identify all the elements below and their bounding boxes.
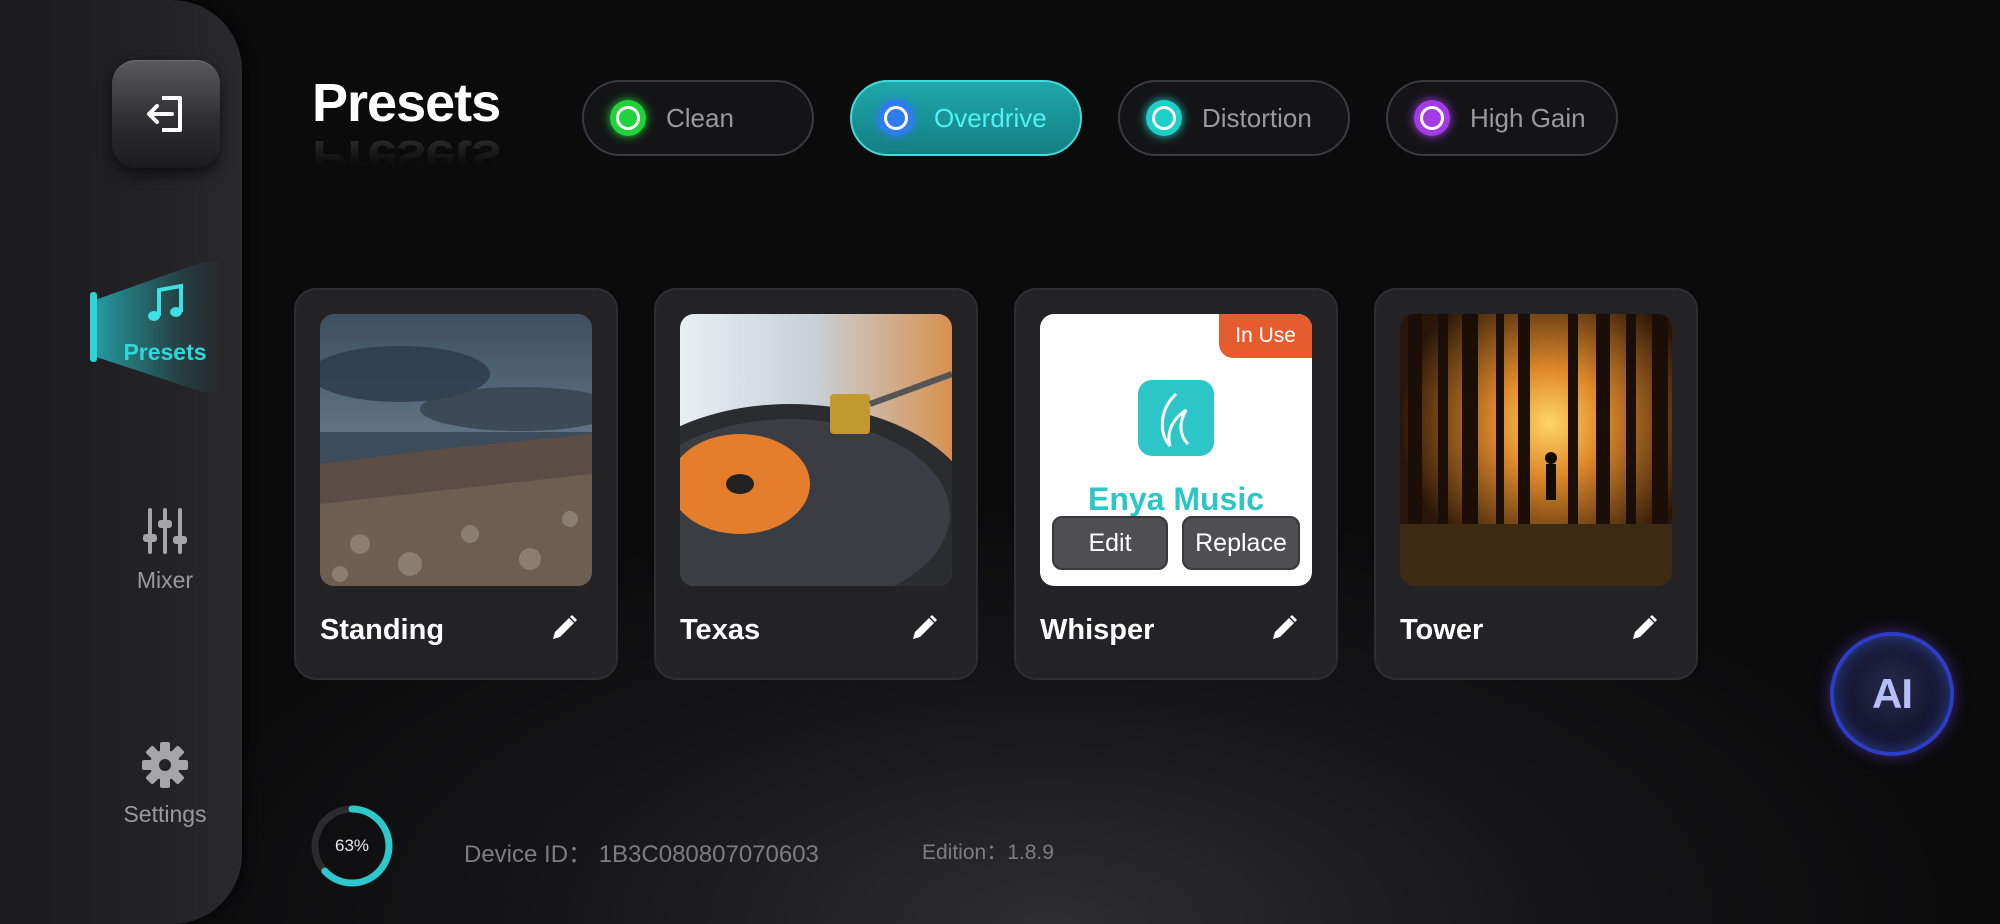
music-note-icon <box>148 283 183 321</box>
tab-label: Distortion <box>1202 102 1312 133</box>
preset-card-tower[interactable]: Tower <box>1374 288 1698 680</box>
sliders-icon <box>143 508 187 554</box>
sidebar-item-label: Mixer <box>136 567 194 593</box>
tab-label: High Gain <box>1470 102 1586 133</box>
sidebar-item-mixer[interactable]: Mixer <box>80 506 250 594</box>
preset-image-seashore <box>320 314 592 586</box>
ai-label: AI <box>1872 670 1913 717</box>
exit-button[interactable] <box>112 60 220 168</box>
preset-name: Whisper <box>1040 614 1155 646</box>
preset-name: Tower <box>1400 614 1484 646</box>
preset-card-texas[interactable]: Texas <box>654 288 978 680</box>
preset-name: Standing <box>320 614 445 646</box>
clean-dot-icon <box>610 100 646 136</box>
preset-list: Standing Texas Enya Music In Use Edit Re… <box>294 288 1698 680</box>
preset-card-whisper[interactable]: Enya Music In Use Edit Replace Whisper <box>1014 288 1338 680</box>
tone-tabs: Clean Overdrive Distortion High Gain <box>582 80 1618 156</box>
edit-button[interactable]: Edit <box>1052 516 1168 570</box>
page-title-reflection: Presets <box>312 129 501 189</box>
tab-label: Overdrive <box>934 102 1047 133</box>
sidebar: Presets Mixer Settings <box>0 0 242 924</box>
page-title: Presets <box>312 73 501 133</box>
device-id: Device ID： 1B3C080807070603 <box>464 841 819 868</box>
preset-name: Texas <box>680 614 761 646</box>
overdrive-dot-icon <box>878 100 914 136</box>
distortion-dot-icon <box>1146 100 1182 136</box>
high-gain-dot-icon <box>1414 100 1450 136</box>
gear-icon <box>142 742 188 788</box>
tab-label: Clean <box>666 102 734 133</box>
tab-clean[interactable]: Clean <box>582 80 814 156</box>
preset-image-turntable <box>680 314 952 586</box>
sidebar-item-label: Presets <box>123 339 207 365</box>
tab-overdrive[interactable]: Overdrive <box>850 80 1082 156</box>
tab-high-gain[interactable]: High Gain <box>1386 80 1618 156</box>
enya-music-logo: Enya Music <box>1088 481 1264 517</box>
progress-label: 63% <box>334 836 370 855</box>
edition-version: Edition：1.8.9 <box>922 841 1054 864</box>
pencil-icon[interactable] <box>548 612 580 644</box>
preset-image-forest <box>1400 314 1672 586</box>
preset-image-enya-logo: Enya Music In Use Edit Replace <box>1040 314 1312 586</box>
preset-card-standing[interactable]: Standing <box>294 288 618 680</box>
sidebar-item-presets[interactable]: Presets <box>80 262 250 392</box>
tab-distortion[interactable]: Distortion <box>1118 80 1350 156</box>
in-use-badge: In Use <box>1219 314 1312 358</box>
sidebar-item-settings[interactable]: Settings <box>80 740 250 828</box>
sidebar-item-label: Settings <box>123 801 207 827</box>
pencil-icon[interactable] <box>1628 612 1660 644</box>
ai-assistant-button[interactable]: AI <box>1834 636 1950 752</box>
pencil-icon[interactable] <box>908 612 940 644</box>
pencil-icon[interactable] <box>1268 612 1300 644</box>
exit-icon <box>147 96 182 132</box>
replace-button[interactable]: Replace <box>1182 516 1300 570</box>
